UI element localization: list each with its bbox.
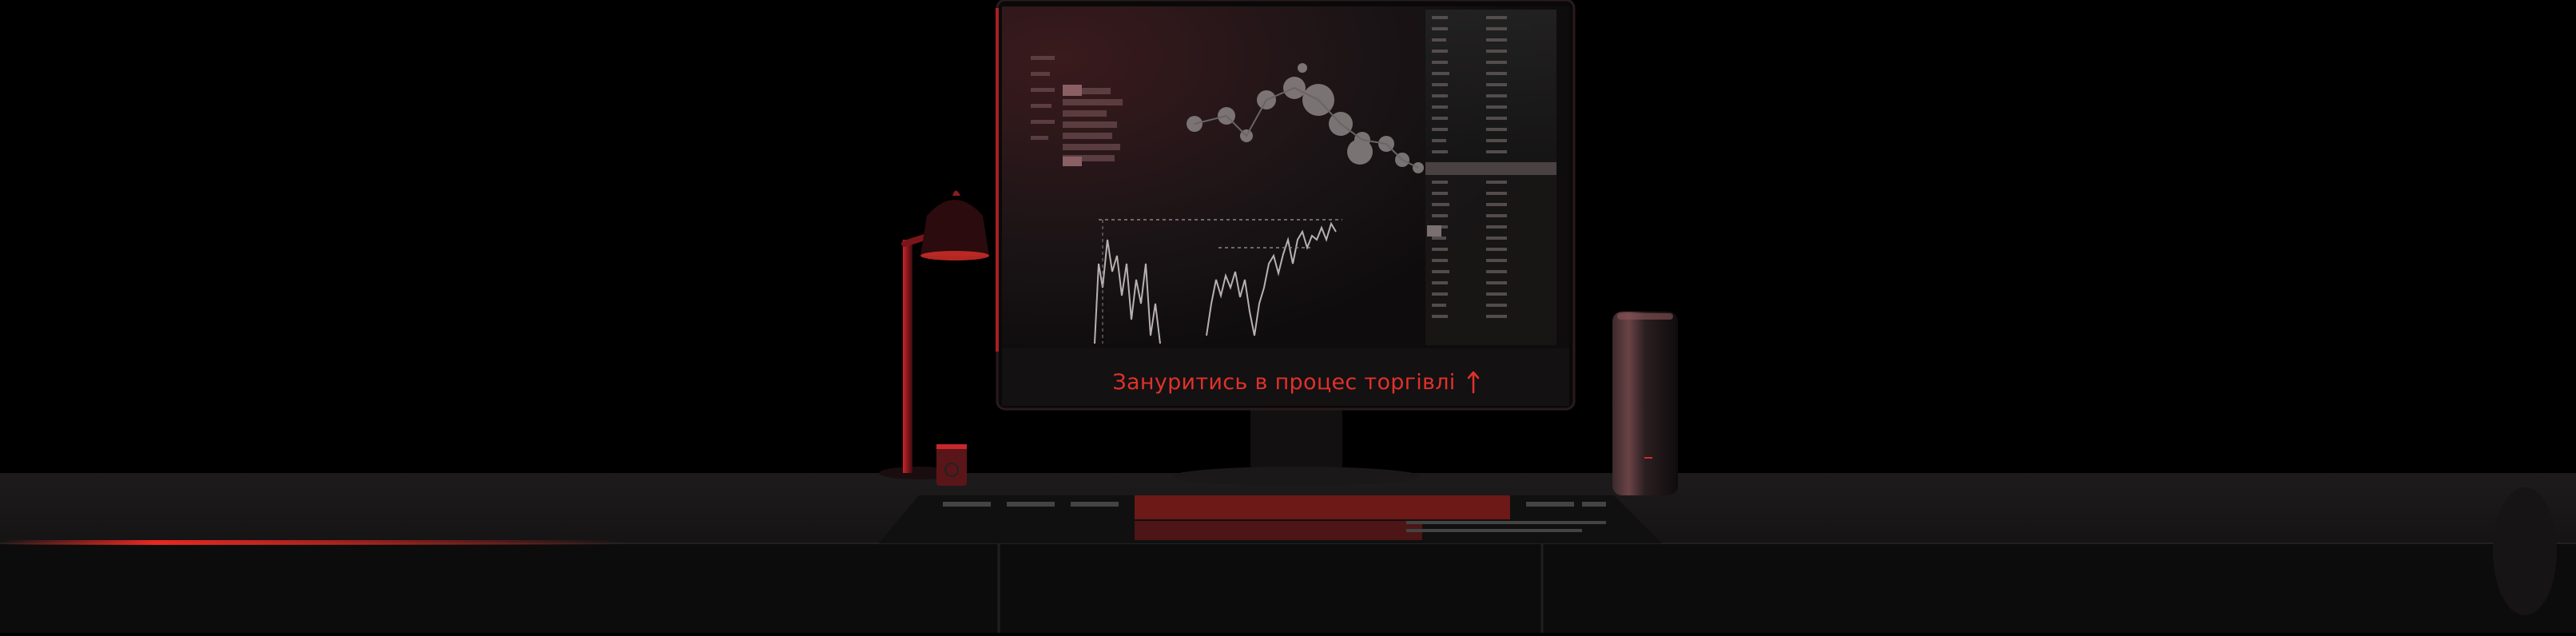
monitor xyxy=(996,0,1576,411)
monitor-stand xyxy=(1250,407,1342,473)
desk-front xyxy=(0,543,2576,633)
coffee-cup xyxy=(936,444,967,486)
monitor-base xyxy=(1172,467,1420,486)
desk-lamp xyxy=(879,190,989,479)
speaker xyxy=(1612,312,1678,495)
arrow-up-icon xyxy=(1467,371,1479,394)
cta-label: Зануритись в процес торгівлі xyxy=(1112,369,1456,395)
desk-illustration xyxy=(0,0,2576,633)
workspace-scene xyxy=(0,0,2576,633)
dive-into-trading-button[interactable]: Зануритись в процес торгівлі xyxy=(1000,358,1592,406)
